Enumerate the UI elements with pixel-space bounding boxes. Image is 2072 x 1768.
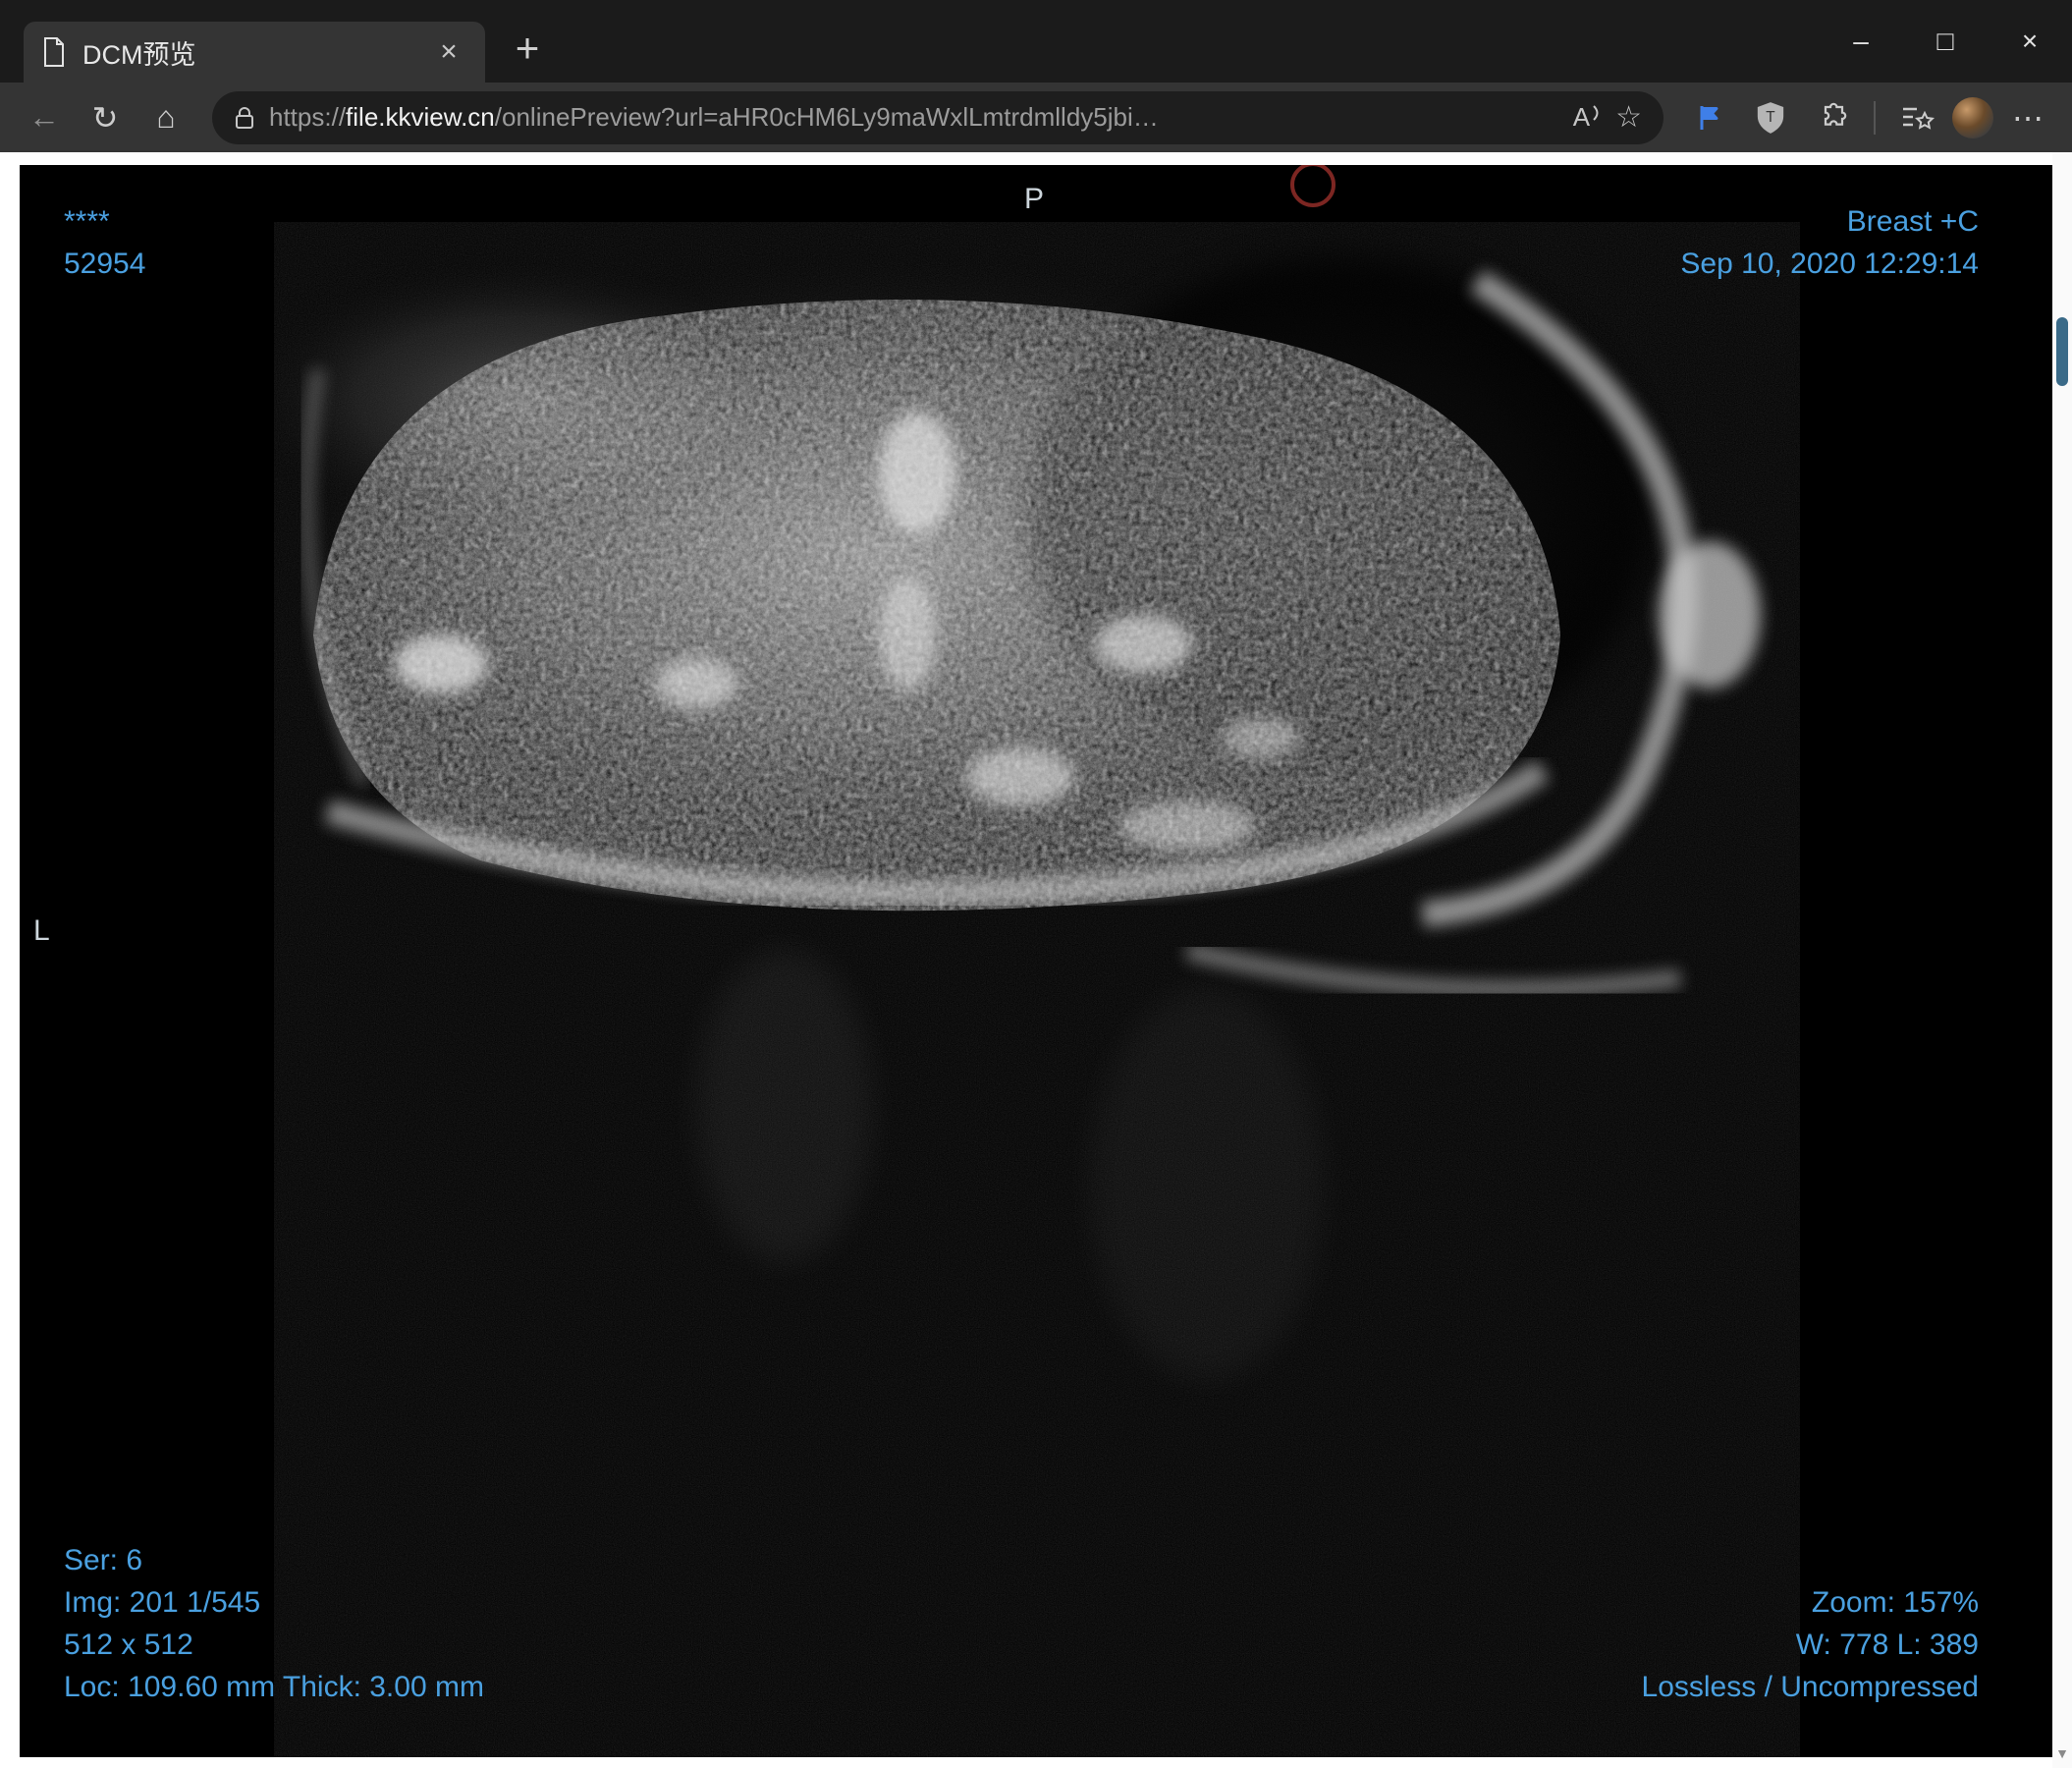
orientation-marker-posterior: P	[1024, 183, 1045, 215]
back-button[interactable]: ←	[18, 91, 71, 144]
mri-image[interactable]	[274, 222, 1800, 1757]
tab-close-button[interactable]: ×	[430, 33, 467, 71]
overlay-top-right: Breast +C Sep 10, 2020 12:29:14	[1680, 200, 1979, 285]
page-content: **** 52954 P L Breast +C Sep 10, 2020 12…	[0, 152, 2072, 1768]
navigation-toolbar: ← ↻ ⌂ https://file.kkview.cn/onlinePrevi…	[0, 83, 2072, 152]
profile-avatar[interactable]	[1952, 96, 1993, 138]
maximize-button[interactable]: □	[1903, 0, 1988, 83]
patient-number: 52954	[64, 248, 146, 280]
new-tab-button[interactable]: +	[501, 22, 554, 75]
page-icon	[41, 37, 67, 67]
address-bar[interactable]: https://file.kkview.cn/onlinePreview?url…	[212, 90, 1663, 144]
window-close-button[interactable]: ×	[1988, 0, 2072, 83]
home-button[interactable]: ⌂	[139, 91, 192, 144]
extension-blue-icon[interactable]	[1683, 91, 1736, 144]
overlay-bottom-right: Zoom: 157% W: 778 L: 389 Lossless / Unco…	[1642, 1581, 1979, 1708]
url-scheme: https://	[269, 102, 347, 132]
scrollbar-down-arrow[interactable]: ▼	[2052, 1746, 2072, 1760]
series-number: Ser: 6	[64, 1544, 143, 1576]
reload-button[interactable]: ↻	[79, 91, 132, 144]
window-level: W: 778 L: 389	[1795, 1629, 1979, 1661]
tab-title: DCM预览	[82, 39, 196, 70]
slice-location: Loc: 109.60 mm Thick: 3.00 mm	[64, 1671, 484, 1703]
read-aloud-button[interactable]: A	[1573, 102, 1602, 133]
more-menu-button[interactable]: ⋯	[2001, 91, 2054, 144]
scrollbar-thumb[interactable]	[2056, 317, 2068, 386]
study-description: Breast +C	[1846, 205, 1979, 238]
extensions-puzzle-icon[interactable]	[1805, 91, 1858, 144]
image-number: Img: 201 1/545	[64, 1586, 261, 1619]
url-path: /onlinePreview?url=aHR0cHM6Ly9maWxlLmtrd…	[494, 102, 1159, 132]
orientation-marker-left: L	[33, 914, 50, 947]
shield-letter: T	[1766, 108, 1775, 125]
favorites-bar-icon[interactable]	[1891, 91, 1944, 144]
url-host: file.kkview.cn	[346, 102, 495, 132]
url-text: https://file.kkview.cn/onlinePreview?url…	[269, 102, 1559, 133]
annotation-circle	[1290, 165, 1336, 207]
sound-wave-icon	[1593, 105, 1599, 121]
compression-info: Lossless / Uncompressed	[1641, 1671, 1979, 1703]
browser-tab[interactable]: DCM预览 ×	[24, 22, 485, 83]
favorite-star-button[interactable]: ☆	[1615, 100, 1642, 135]
patient-id-masked: ****	[64, 205, 110, 238]
browser-window: DCM预览 × + – □ × ← ↻ ⌂ https://file.kkvie…	[0, 0, 2072, 1768]
page-scrollbar[interactable]: ▼	[2052, 152, 2072, 1768]
window-controls: – □ ×	[1819, 0, 2072, 83]
overlay-bottom-left: Ser: 6 Img: 201 1/545 512 x 512 Loc: 109…	[64, 1539, 484, 1708]
study-datetime: Sep 10, 2020 12:29:14	[1680, 248, 1979, 280]
zoom-level: Zoom: 157%	[1811, 1586, 1979, 1619]
overlay-top-left: **** 52954	[64, 200, 145, 285]
shield-extension-icon[interactable]: T	[1744, 91, 1797, 144]
dicom-viewer[interactable]: **** 52954 P L Breast +C Sep 10, 2020 12…	[20, 165, 2052, 1757]
lock-icon	[234, 106, 255, 130]
tab-strip: DCM预览 × + – □ ×	[0, 0, 2072, 83]
minimize-button[interactable]: –	[1819, 0, 1903, 83]
read-aloud-letter: A	[1572, 102, 1591, 132]
toolbar-divider	[1874, 100, 1876, 135]
matrix-size: 512 x 512	[64, 1629, 193, 1661]
